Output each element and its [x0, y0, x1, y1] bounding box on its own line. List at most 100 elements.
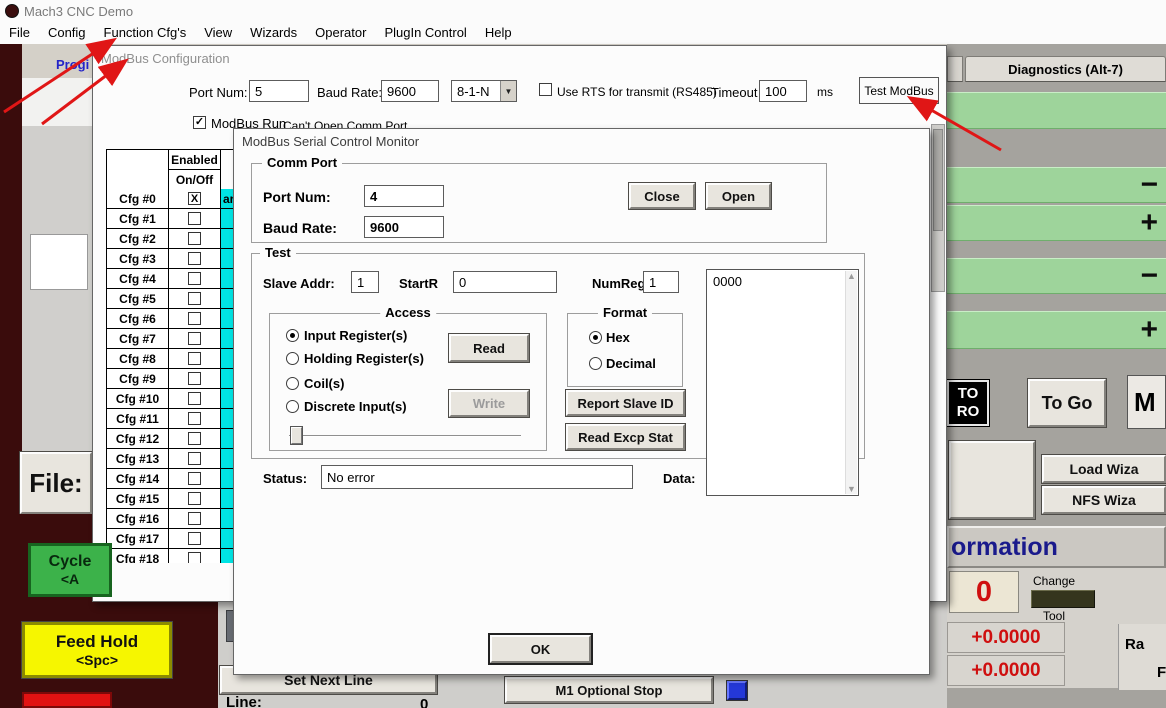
scroll-down-icon[interactable]: ▼: [847, 484, 856, 494]
menu-item-config[interactable]: Config: [39, 22, 95, 44]
cfg-row-enabled-checkbox[interactable]: [169, 469, 221, 489]
checkbox-icon: [188, 332, 201, 345]
open-button[interactable]: Open: [706, 183, 771, 209]
axis-bar-4[interactable]: −: [947, 258, 1166, 294]
read-excp-stat-button[interactable]: Read Excp Stat: [566, 424, 685, 450]
cycle-start-button[interactable]: Cycle <A: [28, 543, 112, 597]
write-button[interactable]: Write: [449, 390, 529, 417]
cfg-row-enabled-checkbox[interactable]: [169, 529, 221, 549]
cfg-row-enabled-checkbox[interactable]: [169, 549, 221, 563]
cfg-grid-scrollbar-thumb[interactable]: [933, 129, 943, 231]
cfg-row-enabled-checkbox[interactable]: [169, 249, 221, 269]
stop-button-partial[interactable]: [22, 692, 112, 708]
chevron-down-icon[interactable]: ▼: [500, 81, 516, 101]
ok-button[interactable]: OK: [490, 635, 591, 663]
menu-item-wizards[interactable]: Wizards: [241, 22, 306, 44]
data-listbox-scrollbar[interactable]: ▲ ▼: [845, 271, 857, 494]
tab-partial[interactable]: [947, 56, 963, 82]
slave-addr-input[interactable]: 1: [351, 271, 379, 293]
axis-bar-3[interactable]: +: [947, 205, 1166, 241]
cfg-row-enabled-checkbox[interactable]: [169, 509, 221, 529]
coils-radio[interactable]: [286, 377, 299, 390]
baud-rate-input[interactable]: 9600: [381, 80, 439, 102]
modbus-run-checkbox[interactable]: ✓: [193, 116, 206, 129]
poll-slider-thumb[interactable]: [291, 427, 302, 444]
cfg-row-label: Cfg #15: [107, 489, 169, 509]
goto-line1: TO: [958, 385, 979, 403]
timeout-input[interactable]: 100: [759, 80, 807, 102]
last-wizard-button-partial[interactable]: [949, 441, 1035, 519]
cfg-row-enabled-checkbox[interactable]: [169, 369, 221, 389]
dro-value-1[interactable]: +0.0000: [947, 622, 1065, 653]
cfg-row-label: Cfg #5: [107, 289, 169, 309]
decimal-radio[interactable]: [589, 357, 602, 370]
dro-value-2[interactable]: +0.0000: [947, 655, 1065, 686]
cfg-row-enabled-checkbox[interactable]: [169, 349, 221, 369]
cfg-row-enabled-checkbox[interactable]: [169, 329, 221, 349]
cfg-row-enabled-checkbox[interactable]: [169, 309, 221, 329]
cfg-row-enabled-checkbox[interactable]: [169, 449, 221, 469]
menu-item-file[interactable]: File: [0, 22, 39, 44]
checkbox-icon: [188, 272, 201, 285]
discrete-inputs-radio[interactable]: [286, 400, 299, 413]
cfg-row-enabled-checkbox[interactable]: [169, 489, 221, 509]
current-tool-display[interactable]: 0: [949, 571, 1019, 613]
cfg-row-label: Cfg #16: [107, 509, 169, 529]
checkbox-icon: [188, 392, 201, 405]
format-legend: Format: [598, 305, 652, 320]
enabled-header-line1: Enabled: [169, 150, 221, 170]
report-slave-id-button[interactable]: Report Slave ID: [566, 390, 685, 416]
cfg-grid-scrollbar[interactable]: [931, 124, 945, 292]
scroll-up-icon[interactable]: ▲: [847, 271, 856, 281]
cfg-row-enabled-checkbox[interactable]: X: [169, 189, 221, 209]
checkbox-icon: [188, 412, 201, 425]
axis-bar-2[interactable]: −: [947, 167, 1166, 203]
axis-bar-5[interactable]: +: [947, 311, 1166, 349]
cfg-row-enabled-checkbox[interactable]: [169, 269, 221, 289]
m1-optional-stop-button[interactable]: M1 Optional Stop: [505, 677, 713, 703]
port-num-input[interactable]: 5: [249, 80, 309, 102]
data-listbox[interactable]: 0000 ▲ ▼: [706, 269, 859, 496]
monitor-port-num-input[interactable]: 4: [364, 185, 444, 207]
input-registers-radio[interactable]: [286, 329, 299, 342]
menu-item-plugin-control[interactable]: PlugIn Control: [375, 22, 475, 44]
nfs-wizard-button[interactable]: NFS Wiza: [1042, 486, 1166, 514]
menu-item-help[interactable]: Help: [476, 22, 521, 44]
monitor-baud-rate-input[interactable]: 9600: [364, 216, 444, 238]
cfg-row-enabled-checkbox[interactable]: [169, 229, 221, 249]
read-button[interactable]: Read: [449, 334, 529, 362]
cfg-row: Cfg #4: [107, 269, 242, 289]
cfg-row-enabled-checkbox[interactable]: [169, 429, 221, 449]
num-reg-input[interactable]: 1: [643, 271, 679, 293]
rts-checkbox[interactable]: [539, 83, 552, 96]
timeout-label: Timeout: [711, 85, 757, 100]
file-button-partial[interactable]: File:: [20, 452, 92, 514]
menu-item-function-cfgs[interactable]: Function Cfg's: [95, 22, 196, 44]
program-run-tab-partial[interactable]: Progi: [56, 57, 89, 72]
goto-zero-button-partial[interactable]: TO RO: [947, 380, 989, 426]
cfg-grid-corner-cell: [107, 150, 169, 190]
close-button[interactable]: Close: [629, 183, 695, 209]
start-reg-input[interactable]: 0: [453, 271, 557, 293]
tab-diagnostics[interactable]: Diagnostics (Alt-7): [965, 56, 1166, 82]
cfg-row-enabled-checkbox[interactable]: [169, 409, 221, 429]
line-value[interactable]: 0: [420, 696, 428, 708]
cfg-row: Cfg #5: [107, 289, 242, 309]
menu-item-view[interactable]: View: [195, 22, 241, 44]
parity-dropdown[interactable]: 8-1-N ▼: [451, 80, 517, 102]
menu-item-operator[interactable]: Operator: [306, 22, 375, 44]
cfg-row-enabled-checkbox[interactable]: [169, 289, 221, 309]
to-go-button[interactable]: To Go: [1028, 379, 1106, 427]
machine-coords-button-partial[interactable]: M: [1127, 375, 1166, 429]
feed-hold-button[interactable]: Feed Hold <Spc>: [22, 622, 172, 678]
axis-bar-1[interactable]: [947, 92, 1166, 129]
cfg-row-label: Cfg #7: [107, 329, 169, 349]
holding-registers-radio[interactable]: [286, 352, 299, 365]
load-wizard-button[interactable]: Load Wiza: [1042, 455, 1166, 483]
hex-radio[interactable]: [589, 331, 602, 344]
status-value: No error: [321, 465, 633, 489]
test-modbus-button[interactable]: Test ModBus: [859, 77, 939, 104]
m1-led-indicator: [727, 681, 747, 700]
cfg-row-enabled-checkbox[interactable]: [169, 389, 221, 409]
cfg-row-enabled-checkbox[interactable]: [169, 209, 221, 229]
